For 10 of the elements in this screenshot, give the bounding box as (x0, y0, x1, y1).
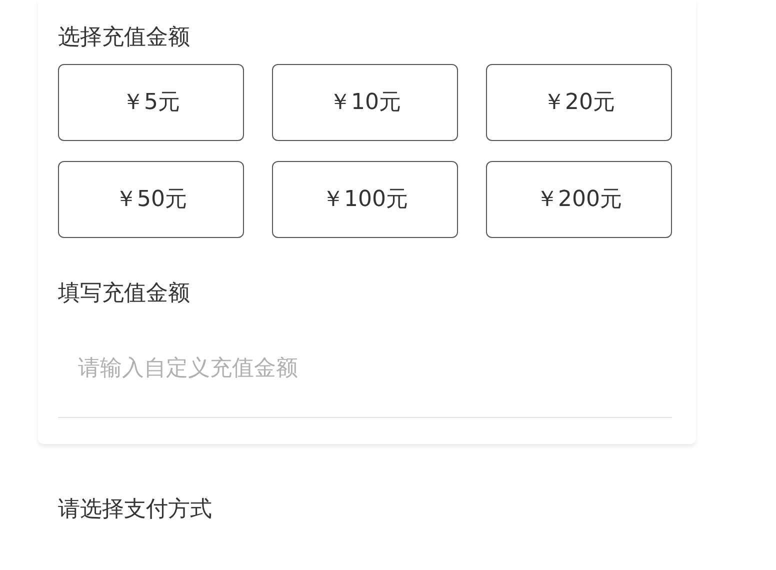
section-title: 填写充值金额 (58, 280, 190, 308)
amount-option[interactable]: ￥20元 (486, 64, 672, 141)
amount-option[interactable]: ￥100元 (272, 161, 458, 238)
section-title: 选择充值金额 (58, 24, 190, 52)
amount-option[interactable]: ￥50元 (58, 161, 244, 238)
amount-input[interactable]: 请输入自定义充值金额 (58, 344, 672, 418)
amount-option[interactable]: ￥10元 (272, 64, 458, 141)
amount-option[interactable]: ￥200元 (486, 161, 672, 238)
amount-option[interactable]: ￥5元 (58, 64, 244, 141)
section-title: 请选择支付方式 (58, 496, 212, 524)
